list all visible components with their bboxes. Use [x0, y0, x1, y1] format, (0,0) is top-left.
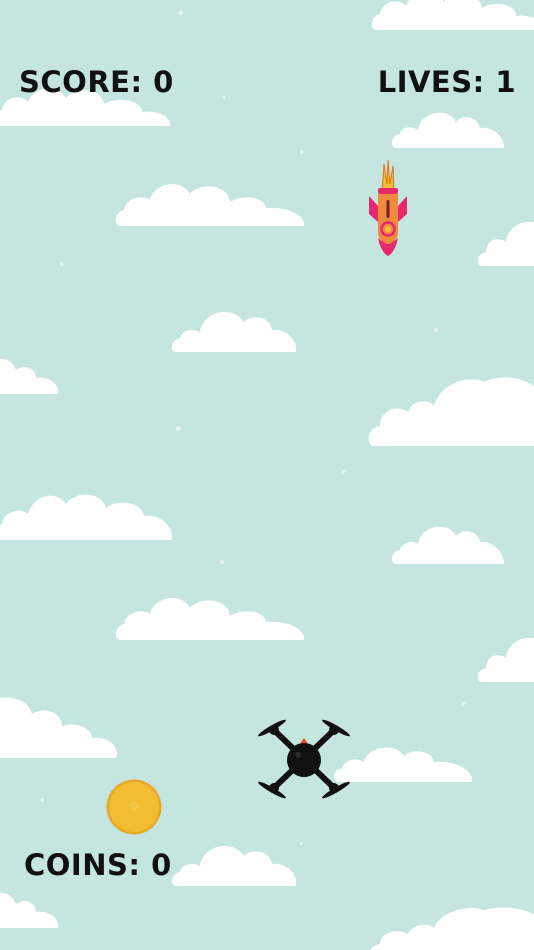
cloud [171, 845, 297, 886]
texture-speck [220, 560, 224, 564]
texture-speck [300, 842, 303, 845]
rocket-icon [369, 160, 407, 256]
cloud [478, 637, 534, 682]
texture-speck [176, 426, 181, 431]
lives-display: LIVES: 1 [377, 65, 516, 99]
texture-speck [222, 96, 225, 99]
drone-icon[interactable] [254, 710, 354, 808]
cloud [478, 221, 534, 266]
coin-icon[interactable] [105, 778, 163, 836]
texture-speck [342, 470, 345, 473]
texture-speck [462, 702, 465, 705]
texture-speck [40, 798, 44, 802]
cloud [392, 526, 504, 564]
coins-display: COINS: 0 [24, 848, 172, 882]
cloud [0, 892, 59, 928]
cloud [0, 697, 117, 758]
cloud [370, 907, 534, 950]
cloud [0, 358, 59, 394]
game-scene[interactable]: SCORE: 0 LIVES: 1 COINS: 0 [0, 0, 534, 950]
texture-speck [60, 262, 63, 265]
texture-speck [434, 328, 438, 332]
cloud [368, 377, 534, 446]
cloud [171, 311, 297, 352]
cloud [115, 183, 305, 226]
cloud [371, 0, 534, 30]
texture-speck [300, 150, 304, 154]
cloud [0, 494, 173, 540]
cloud [392, 112, 504, 148]
cloud [115, 597, 305, 640]
texture-speck [178, 10, 183, 15]
score-display: SCORE: 0 [19, 65, 174, 99]
